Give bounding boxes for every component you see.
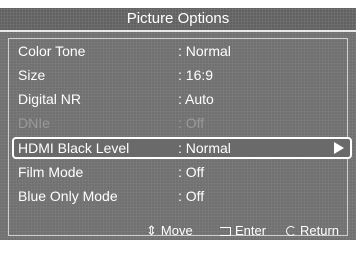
menu-item-label: Blue Only Mode	[18, 188, 118, 204]
enter-icon	[220, 227, 231, 236]
menu-item-color-tone[interactable]: Color Tone : Normal	[14, 40, 352, 64]
menu-item-label: Digital NR	[18, 91, 82, 107]
menu-item-hdmi-black-level[interactable]: HDMI Black Level : Normal	[12, 137, 352, 159]
menu-item-blue-only-mode[interactable]: Blue Only Mode : Off	[14, 185, 352, 209]
return-label: Return	[300, 223, 340, 238]
menu-item-label: Size	[18, 67, 46, 83]
menu-item-label: HDMI Black Level	[18, 140, 130, 156]
menu-item-label: Film Mode	[18, 164, 84, 180]
menu-title-bar: Picture Options	[0, 8, 356, 32]
return-hint[interactable]: Return	[286, 223, 339, 238]
menu-item-label: DNIe	[18, 115, 50, 131]
menu-item-value: : 16:9	[178, 67, 214, 83]
menu-title: Picture Options	[126, 10, 230, 27]
move-label: Move	[160, 223, 193, 238]
menu-item-value: : Auto	[178, 91, 214, 107]
menu-item-label: Color Tone	[18, 43, 86, 59]
menu-item-film-mode[interactable]: Film Mode : Off	[14, 161, 352, 185]
enter-hint[interactable]: Enter	[220, 223, 266, 238]
picture-options-menu: Picture Options Color Tone : Normal Size…	[0, 8, 356, 240]
up-down-arrow-icon: ⇕	[146, 223, 157, 238]
return-icon	[286, 226, 296, 236]
menu-footer: ⇕ Move Enter Return	[0, 222, 356, 240]
menu-item-size[interactable]: Size : 16:9	[14, 64, 352, 88]
menu-item-value: : Off	[178, 164, 205, 180]
menu-item-value: : Normal	[178, 140, 231, 156]
menu-item-value: : Off	[178, 115, 205, 131]
enter-label: Enter	[235, 223, 267, 238]
menu-item-dnie: DNIe : Off	[14, 112, 352, 136]
right-arrow-icon	[334, 142, 344, 154]
menu-item-value: : Off	[178, 188, 205, 204]
move-hint: ⇕ Move	[146, 223, 193, 239]
menu-item-digital-nr[interactable]: Digital NR : Auto	[14, 88, 352, 112]
menu-item-value: : Normal	[178, 43, 231, 59]
tv-screen: Picture Options Color Tone : Normal Size…	[0, 0, 356, 266]
